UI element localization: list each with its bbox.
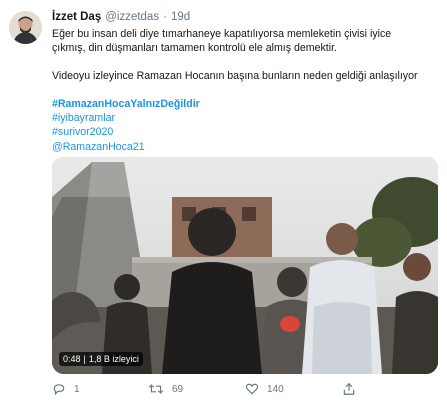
reply-icon	[52, 382, 66, 396]
video-duration: 0:48	[63, 354, 81, 364]
video-player[interactable]: 0:48 | 1,8 B izleyici	[52, 157, 438, 374]
share-button[interactable]	[342, 380, 356, 398]
like-icon	[245, 382, 259, 396]
video-info-separator: |	[83, 354, 86, 364]
author-handle[interactable]: @izzetdas	[105, 9, 159, 25]
tweet-text-line: Videoyu izleyince Ramazan Hocanın başına…	[52, 70, 418, 82]
video-views: 1,8 B izleyici	[88, 354, 139, 364]
share-icon	[342, 382, 356, 396]
hashtag-link[interactable]: #iyibayramlar	[52, 111, 442, 125]
retweet-count: 69	[172, 383, 184, 395]
tweet-text: Eğer bu insan deli diye tımarhaneye kapa…	[52, 27, 442, 154]
video-frame	[52, 157, 438, 374]
author-name[interactable]: İzzet Daş	[52, 9, 101, 25]
retweet-icon	[148, 382, 164, 396]
tweet-actions: 1 69 140	[52, 380, 438, 398]
reply-count: 1	[74, 383, 80, 395]
retweet-button[interactable]: 69	[148, 380, 183, 398]
tweet-text-line: çıkmış, din düşmanları tamamen kontrolü …	[52, 42, 337, 54]
avatar[interactable]	[9, 11, 42, 44]
hashtag-link[interactable]: #surivor2020	[52, 125, 442, 139]
reply-button[interactable]: 1	[52, 380, 80, 398]
like-count: 140	[267, 383, 284, 395]
tweet-text-line: Eğer bu insan deli diye tımarhaneye kapa…	[52, 28, 392, 40]
mention-link[interactable]: @RamazanHoca21	[52, 140, 442, 154]
video-info-overlay: 0:48 | 1,8 B izleyici	[59, 352, 143, 366]
tweet-card[interactable]: İzzet Daş @izzetdas · 19d Eğer bu insan …	[0, 0, 447, 402]
header-separator: ·	[163, 11, 167, 23]
tweet-timestamp[interactable]: 19d	[171, 9, 190, 25]
tweet-header: İzzet Daş @izzetdas · 19d	[52, 9, 442, 25]
like-button[interactable]: 140	[245, 380, 284, 398]
hashtag-link[interactable]: #RamazanHocaYalnızDeğildir	[52, 97, 442, 111]
